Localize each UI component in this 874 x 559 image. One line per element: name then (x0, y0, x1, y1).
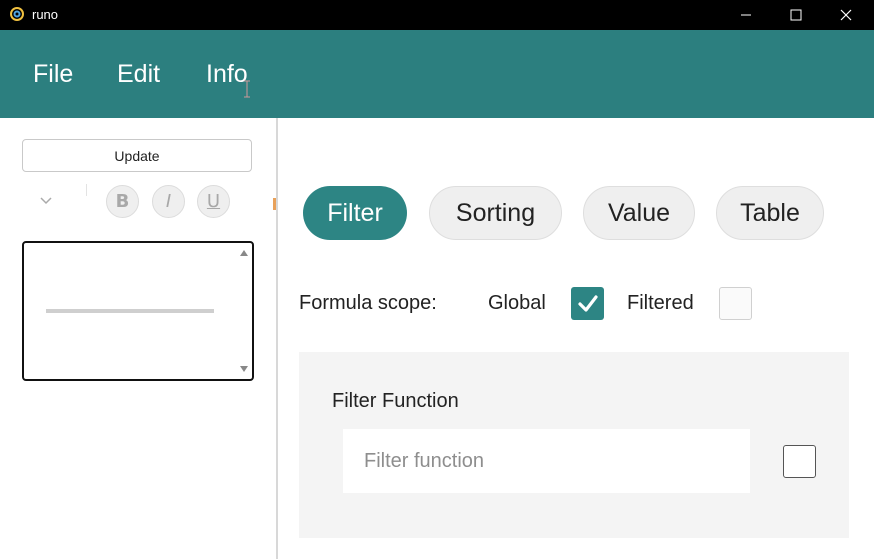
panel-edge-marker (273, 198, 276, 210)
close-button[interactable] (823, 0, 869, 30)
checkmark-icon (577, 294, 598, 312)
underline-icon: U (206, 191, 221, 212)
preview-line (46, 309, 214, 313)
scroll-down-icon[interactable] (239, 365, 249, 373)
tab-filter[interactable]: Filter (303, 186, 407, 240)
filtered-checkbox[interactable] (719, 287, 752, 320)
maximize-icon (790, 9, 802, 21)
window-title: runo (32, 7, 59, 22)
app-logo-icon (10, 7, 24, 21)
bold-button[interactable]: B (106, 185, 139, 218)
minimize-icon (741, 14, 751, 16)
menu-file[interactable]: File (33, 60, 73, 89)
toolbar-divider (86, 184, 87, 196)
scroll-up-icon[interactable] (239, 249, 249, 257)
close-icon (840, 9, 852, 21)
chevron-down-icon[interactable] (38, 195, 54, 207)
menu-bar: File Edit Info (0, 30, 874, 118)
menu-edit[interactable]: Edit (117, 60, 160, 89)
text-preview-box[interactable] (22, 241, 254, 381)
text-cursor-icon (244, 80, 250, 98)
tab-value[interactable]: Value (583, 186, 695, 240)
italic-button[interactable]: I (152, 185, 185, 218)
italic-icon: I (165, 191, 172, 212)
bold-icon: B (115, 191, 130, 212)
tab-sorting[interactable]: Sorting (429, 186, 562, 240)
underline-button[interactable]: U (197, 185, 230, 218)
filter-function-checkbox[interactable] (783, 445, 816, 478)
filter-function-input[interactable] (343, 429, 750, 493)
update-button[interactable]: Update (22, 139, 252, 172)
menu-info[interactable]: Info (206, 60, 248, 89)
global-checkbox[interactable] (571, 287, 604, 320)
tab-table[interactable]: Table (716, 186, 824, 240)
panel-divider[interactable] (276, 118, 278, 559)
title-bar: runo (0, 0, 874, 30)
global-label: Global (488, 292, 546, 314)
minimize-button[interactable] (723, 0, 769, 30)
filtered-label: Filtered (627, 292, 694, 314)
formula-scope-label: Formula scope: (299, 292, 437, 314)
maximize-button[interactable] (773, 0, 819, 30)
filter-function-title: Filter Function (332, 390, 459, 412)
